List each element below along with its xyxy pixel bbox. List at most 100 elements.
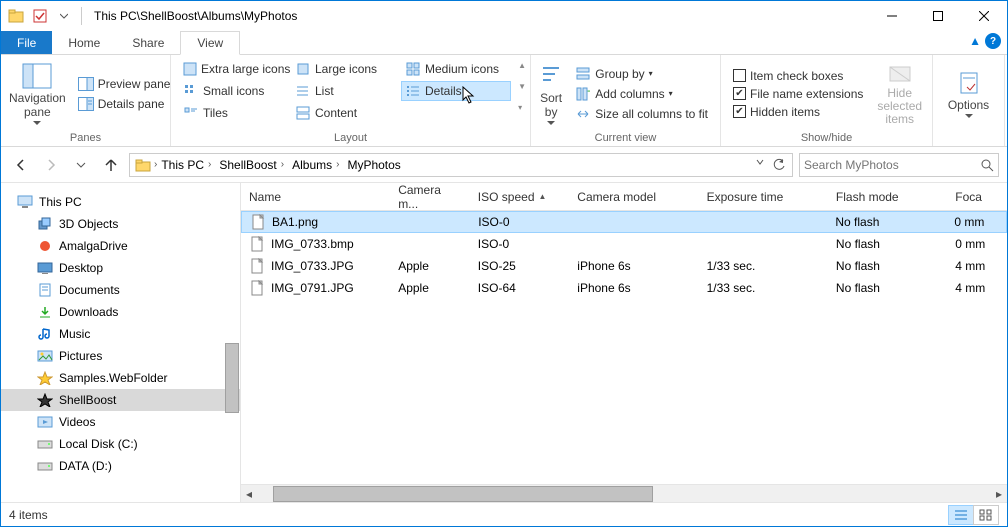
group-by-button[interactable]: Group by ▾ (571, 65, 712, 83)
ribbon-collapse-button[interactable]: ▲ (969, 34, 981, 48)
sort-by-button[interactable]: Sort by (539, 59, 563, 128)
maximize-button[interactable] (915, 1, 961, 31)
file-name: IMG_0791.JPG (271, 281, 354, 295)
column-name[interactable]: Name (241, 183, 390, 210)
refresh-button[interactable] (768, 158, 790, 172)
horizontal-scrollbar[interactable]: ◂ ▸ (241, 484, 1007, 502)
layout-scroll-down[interactable]: ▼ (518, 82, 526, 91)
tree-item-label: Samples.WebFolder (59, 371, 168, 385)
file-row[interactable]: BA1.pngISO-0No flash0 mm (241, 211, 1007, 233)
close-button[interactable] (961, 1, 1007, 31)
home-tab[interactable]: Home (52, 31, 116, 54)
content-button[interactable]: Content (291, 103, 401, 123)
column-camera-maker[interactable]: Camera m... (390, 183, 470, 210)
scroll-thumb[interactable] (273, 486, 653, 502)
column-focal-length[interactable]: Foca (947, 183, 1007, 210)
hidden-items-toggle[interactable]: ✔Hidden items (729, 104, 867, 120)
list-button[interactable]: List (291, 81, 401, 101)
breadcrumb-seg[interactable]: ShellBoost› (215, 154, 288, 176)
column-camera-model[interactable]: Camera model (569, 183, 698, 210)
tree-item[interactable]: Downloads (1, 301, 240, 323)
extra-large-icons-button[interactable]: Extra large icons (179, 59, 291, 79)
breadcrumb-seg[interactable]: Albums› (288, 154, 343, 176)
tree-item[interactable]: DATA (D:) (1, 455, 240, 477)
size-all-columns-button[interactable]: Size all columns to fit (571, 105, 712, 123)
view-tab[interactable]: View (180, 31, 240, 55)
minimize-button[interactable] (869, 1, 915, 31)
tree-item[interactable]: Music (1, 323, 240, 345)
preview-pane-button[interactable]: Preview pane (74, 75, 175, 93)
qat-properties-button[interactable] (29, 5, 51, 27)
tree-scrollbar-thumb[interactable] (225, 343, 239, 413)
details-view-button[interactable]: Details (401, 81, 511, 101)
details-pane-button[interactable]: Details pane (74, 95, 175, 113)
large-icons-button[interactable]: Large icons (291, 59, 401, 79)
forward-button[interactable] (39, 153, 63, 177)
current-view-group-label: Current view (531, 132, 720, 146)
file-row[interactable]: IMG_0733.bmpISO-0No flash0 mm (241, 233, 1007, 255)
tree-item[interactable]: Desktop (1, 257, 240, 279)
layout-expand[interactable]: ▾ (518, 103, 526, 112)
file-name-extensions-toggle[interactable]: ✔File name extensions (729, 86, 867, 102)
tree-item-icon (37, 392, 53, 408)
large-icons-view-mode-button[interactable] (973, 505, 999, 525)
column-flash-mode[interactable]: Flash mode (828, 183, 947, 210)
help-button[interactable]: ? (985, 33, 1001, 49)
breadcrumb-seg[interactable]: MyPhotos (343, 154, 404, 176)
panes-group-label: Panes (1, 132, 170, 146)
file-list[interactable]: BA1.pngISO-0No flash0 mmIMG_0733.bmpISO-… (241, 211, 1007, 484)
layout-scroll-up[interactable]: ▲ (518, 61, 526, 70)
tree-item[interactable]: AmalgaDrive (1, 235, 240, 257)
tree-item[interactable]: Pictures (1, 345, 240, 367)
cell-iso: ISO-0 (470, 237, 569, 251)
tiles-button[interactable]: Tiles (179, 103, 291, 123)
file-tab[interactable]: File (1, 31, 52, 54)
search-icon[interactable] (980, 158, 994, 172)
scroll-right-button[interactable]: ▸ (991, 486, 1007, 502)
file-row[interactable]: IMG_0733.JPGAppleISO-25iPhone 6s1/33 sec… (241, 255, 1007, 277)
details-view-mode-button[interactable] (948, 505, 974, 525)
svg-text:+: + (587, 87, 590, 98)
back-button[interactable] (9, 153, 33, 177)
add-columns-button[interactable]: +Add columns ▾ (571, 85, 712, 103)
column-iso-speed[interactable]: ISO speed▲ (470, 183, 569, 210)
folder-icon (5, 5, 27, 27)
options-button[interactable]: Options (941, 59, 996, 128)
scroll-left-button[interactable]: ◂ (241, 486, 257, 502)
small-icons-button[interactable]: Small icons (179, 81, 291, 101)
tree-item[interactable]: Local Disk (C:) (1, 433, 240, 455)
recent-locations-button[interactable] (69, 153, 93, 177)
tree-item[interactable]: Documents (1, 279, 240, 301)
cell-camera-maker: Apple (390, 281, 470, 295)
hide-selected-items-button[interactable]: Hide selected items (875, 59, 924, 128)
folder-icon (134, 156, 152, 174)
medium-icons-button[interactable]: Medium icons (401, 59, 511, 79)
share-tab[interactable]: Share (116, 31, 180, 54)
breadcrumb[interactable]: › This PC› ShellBoost› Albums› MyPhotos (129, 153, 793, 177)
item-count: 4 items (9, 508, 48, 522)
pc-icon (17, 194, 33, 210)
breadcrumb-dropdown[interactable] (752, 158, 768, 166)
tree-item[interactable]: 3D Objects (1, 213, 240, 235)
column-exposure-time[interactable]: Exposure time (699, 183, 828, 210)
file-row[interactable]: IMG_0791.JPGAppleISO-64iPhone 6s1/33 sec… (241, 277, 1007, 299)
tree-item-icon (37, 260, 53, 276)
tree-item[interactable]: Samples.WebFolder (1, 367, 240, 389)
tree-item[interactable]: Videos (1, 411, 240, 433)
cell-model: iPhone 6s (569, 259, 698, 273)
qat-dropdown-button[interactable] (53, 5, 75, 27)
tree-item[interactable]: ShellBoost (1, 389, 240, 411)
tree-item-label: Local Disk (C:) (59, 437, 138, 451)
up-button[interactable] (99, 153, 123, 177)
tree-item-icon (37, 326, 53, 342)
ribbon-tabs: File Home Share View ▲ ? (1, 31, 1007, 55)
tree-this-pc[interactable]: This PC (1, 191, 240, 213)
breadcrumb-seg[interactable]: This PC› (157, 154, 215, 176)
cell-flash: No flash (828, 259, 947, 273)
navigation-tree[interactable]: This PC 3D ObjectsAmalgaDriveDesktopDocu… (1, 183, 241, 502)
navigation-pane-button[interactable]: Navigation pane (9, 59, 66, 128)
search-input[interactable] (804, 158, 980, 172)
cell-focal: 4 mm (947, 281, 1007, 295)
search-box[interactable] (799, 153, 999, 177)
item-check-boxes-toggle[interactable]: Item check boxes (729, 68, 867, 84)
